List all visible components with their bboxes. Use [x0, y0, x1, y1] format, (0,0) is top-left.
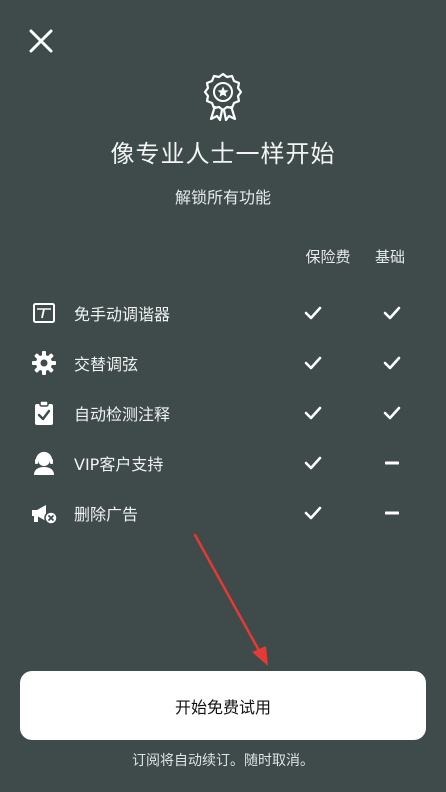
- megaphone-remove-icon: [30, 499, 58, 527]
- check-icon: [301, 401, 325, 425]
- start-free-trial-button[interactable]: 开始免费试用: [20, 671, 426, 740]
- gear-icon: [30, 349, 58, 377]
- award-ribbon-icon: [203, 72, 243, 122]
- check-icon: [301, 451, 325, 475]
- annotation-arrow: [193, 533, 268, 666]
- feature-list: 免手动调谐器 交替调弦 自动检测注释 VIP客户支持 删除广告: [0, 288, 446, 538]
- check-icon: [380, 401, 404, 425]
- feature-label: VIP客户支持: [74, 455, 164, 474]
- feature-label: 交替调弦: [74, 355, 139, 374]
- feature-row: 交替调弦: [0, 338, 446, 388]
- page-title: 像专业人士一样开始: [110, 140, 336, 168]
- column-header-basic: 基础: [374, 248, 405, 266]
- check-icon: [301, 301, 325, 325]
- auto-renew-note: 订阅将自动续订。随时取消。: [132, 753, 314, 769]
- check-icon: [301, 501, 325, 525]
- check-icon: [380, 351, 404, 375]
- feature-row: 删除广告: [0, 488, 446, 538]
- feature-label: 自动检测注释: [74, 405, 171, 424]
- dash-icon: [380, 501, 404, 525]
- check-icon: [301, 351, 325, 375]
- check-icon: [380, 301, 404, 325]
- dash-icon: [380, 451, 404, 475]
- close-button[interactable]: [22, 22, 60, 60]
- feature-row: VIP客户支持: [0, 438, 446, 488]
- feature-label: 删除广告: [74, 505, 139, 524]
- feature-row: 自动检测注释: [0, 388, 446, 438]
- feature-row: 免手动调谐器: [0, 288, 446, 338]
- tuner-icon: [30, 299, 58, 327]
- close-icon: [29, 29, 53, 53]
- support-agent-icon: [30, 449, 58, 477]
- feature-label: 免手动调谐器: [74, 305, 171, 324]
- column-header-premium: 保险费: [305, 248, 351, 266]
- page-subtitle: 解锁所有功能: [174, 188, 271, 207]
- clipboard-check-icon: [30, 399, 58, 427]
